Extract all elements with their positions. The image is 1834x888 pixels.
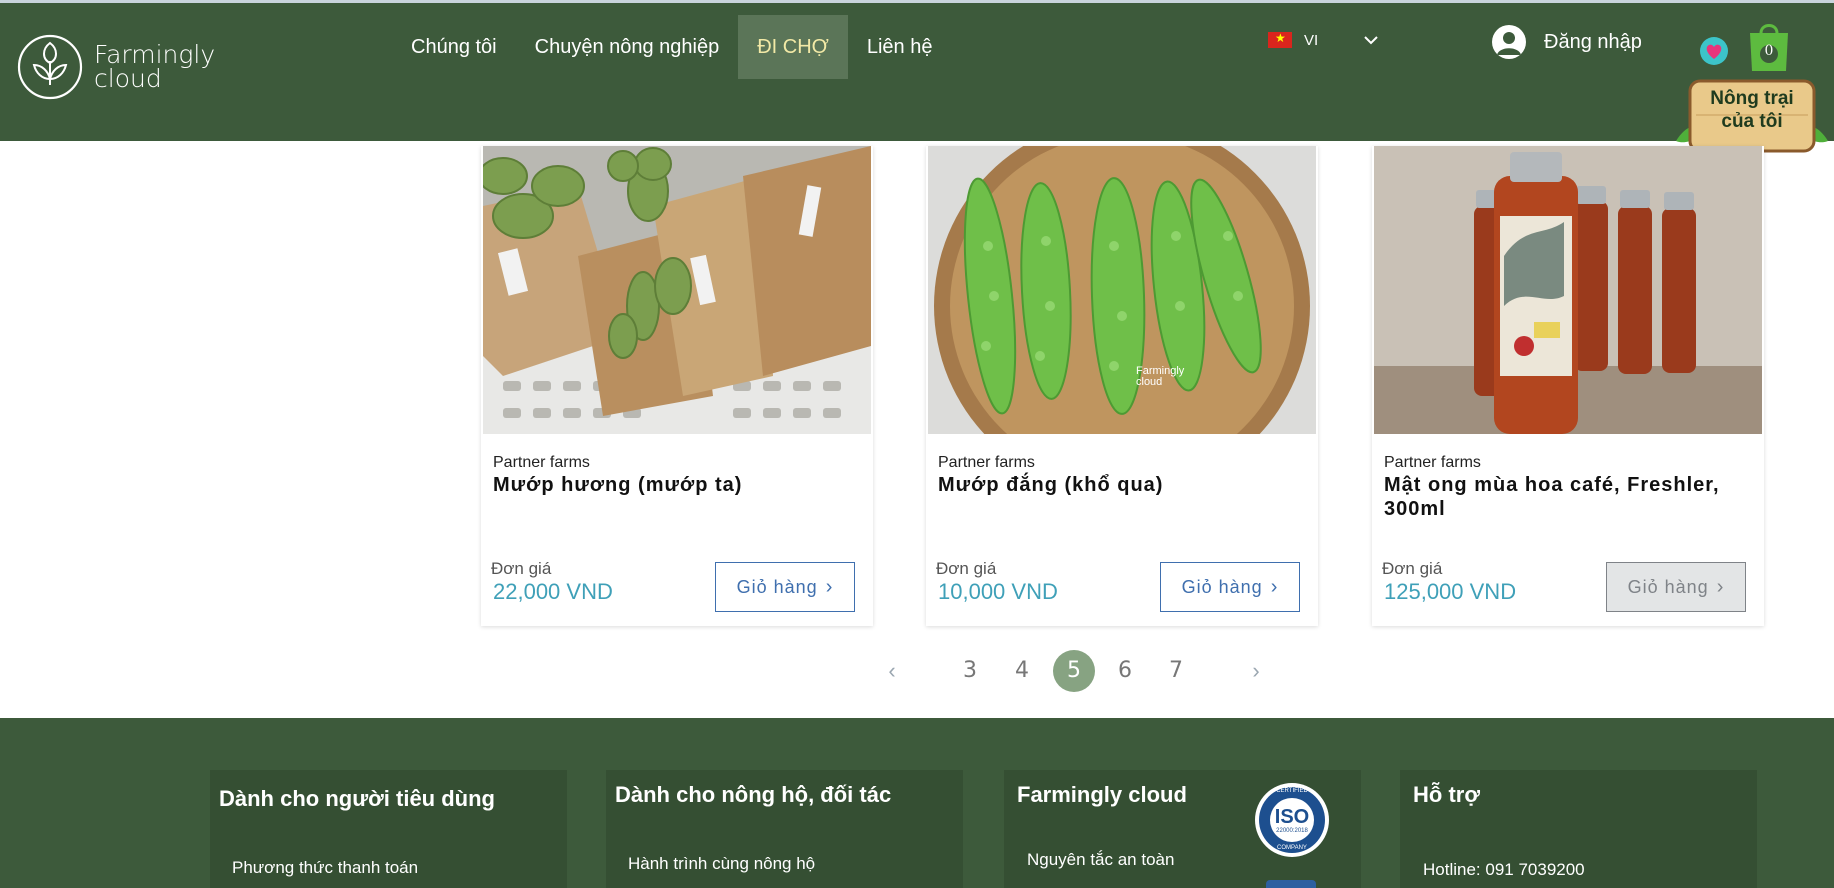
page-4[interactable]: 4 [1001, 650, 1043, 692]
watermark-line2: cloud [1136, 376, 1163, 388]
iso-top-text: CERTIFIED [1276, 788, 1308, 794]
product-name[interactable]: Mướp đắng (khổ qua) [938, 473, 1310, 497]
price-label: Đơn giá [1382, 559, 1443, 578]
language-code: VI [1304, 31, 1319, 49]
price-label: Đơn giá [936, 559, 997, 578]
add-to-cart-label: Giỏ hàng [1181, 576, 1263, 597]
product-vendor: Partner farms [493, 454, 590, 471]
product-name[interactable]: Mướp hương (mướp ta) [493, 473, 865, 497]
chevron-down-icon[interactable] [1362, 31, 1380, 49]
main-nav: Chúng tôi Chuyện nông nghiệp ĐI CHỢ Liên… [392, 15, 951, 79]
page-6[interactable]: 6 [1104, 650, 1146, 692]
farm-badge-line1: Nông trại [1710, 88, 1794, 109]
page-5-current[interactable]: 5 [1053, 650, 1095, 692]
footer-consumer-column: Dành cho người tiêu dùng Phương thức tha… [210, 770, 567, 888]
footer-farmingly-column: Farmingly cloud Nguyên tắc an toàn CERTI… [1004, 770, 1361, 888]
cart-count: 0 [1764, 43, 1774, 59]
vietnam-flag-icon [1268, 31, 1292, 48]
prev-page-icon[interactable]: ‹ [880, 650, 904, 692]
product-card[interactable]: Partner farms Mướp hương (mướp ta) Đơn g… [481, 146, 873, 626]
nav-item-di-cho[interactable]: ĐI CHỢ [738, 15, 848, 79]
language-selector[interactable]: VI [1268, 31, 1380, 49]
add-to-cart-button[interactable]: Giỏ hàng › [1606, 562, 1746, 612]
product-image[interactable] [1374, 146, 1762, 434]
facebook-icon[interactable] [1266, 880, 1316, 888]
product-price: 125,000 VND [1384, 579, 1517, 604]
footer-partner-column: Dành cho nông hộ, đối tác Hành trình cùn… [606, 770, 963, 888]
product-image[interactable] [483, 146, 871, 434]
product-price: 10,000 VND [938, 579, 1058, 604]
heart-icon[interactable] [1698, 35, 1730, 67]
footer-link-payment[interactable]: Phương thức thanh toán [232, 858, 418, 878]
product-price: 22,000 VND [493, 579, 613, 604]
footer-hotline[interactable]: Hotline: 091 7039200 [1423, 860, 1585, 880]
chevron-right-icon: › [825, 575, 834, 598]
footer-column-title: Dành cho người tiêu dùng [219, 786, 495, 811]
product-image[interactable]: Farmingly cloud [928, 146, 1316, 434]
product-name[interactable]: Mật ong mùa hoa café, Freshler, 300ml [1384, 473, 1756, 521]
iso-bottom-text: COMPANY [1277, 845, 1307, 851]
footer-column-title: Dành cho nông hộ, đối tác [615, 782, 892, 807]
nav-item-lien-he[interactable]: Liên hệ [848, 15, 952, 79]
leaf-logo-icon [17, 34, 83, 100]
site-header: Farmingly cloud Chúng tôi Chuyện nông ng… [0, 0, 1834, 153]
add-to-cart-label: Giỏ hàng [1627, 576, 1709, 597]
farm-badge-line2: của tôi [1721, 111, 1783, 132]
chevron-right-icon: › [1716, 575, 1725, 598]
logo[interactable]: Farmingly cloud [16, 33, 215, 101]
page-7[interactable]: 7 [1155, 650, 1197, 692]
iso-label: ISO [1274, 806, 1310, 828]
footer-link-journey[interactable]: Hành trình cùng nông hộ [628, 854, 815, 874]
page-3[interactable]: 3 [949, 650, 991, 692]
nav-item-chung-toi[interactable]: Chúng tôi [392, 15, 516, 79]
avatar-icon [1492, 25, 1526, 59]
footer-link-safety[interactable]: Nguyên tắc an toàn [1027, 850, 1174, 870]
cart-button[interactable]: 0 [1746, 17, 1792, 73]
footer-column-title: Farmingly cloud [1017, 782, 1187, 807]
login-label: Đăng nhập [1544, 30, 1642, 53]
logo-line2: cloud [94, 64, 162, 93]
nav-item-chuyen-nong-nghiep[interactable]: Chuyện nông nghiệp [516, 15, 739, 79]
login-button[interactable]: Đăng nhập [1492, 25, 1642, 59]
product-card[interactable]: Partner farms Mật ong mùa hoa café, Fres… [1372, 146, 1764, 626]
product-vendor: Partner farms [938, 454, 1035, 471]
product-card[interactable]: Farmingly cloud Partner farms Mướp đắng … [926, 146, 1318, 626]
next-page-icon[interactable]: › [1244, 650, 1268, 692]
chevron-right-icon: › [1270, 575, 1279, 598]
add-to-cart-button[interactable]: Giỏ hàng › [715, 562, 855, 612]
footer-support-column: Hỗ trợ Hotline: 091 7039200 [1400, 770, 1757, 888]
add-to-cart-button[interactable]: Giỏ hàng › [1160, 562, 1300, 612]
footer-column-title: Hỗ trợ [1413, 782, 1480, 807]
product-vendor: Partner farms [1384, 454, 1481, 471]
price-label: Đơn giá [491, 559, 552, 578]
logo-text: Farmingly cloud [94, 42, 215, 93]
site-footer: Dành cho người tiêu dùng Phương thức tha… [0, 718, 1834, 888]
add-to-cart-label: Giỏ hàng [736, 576, 818, 597]
iso-standard: 22000:2018 [1276, 828, 1308, 834]
